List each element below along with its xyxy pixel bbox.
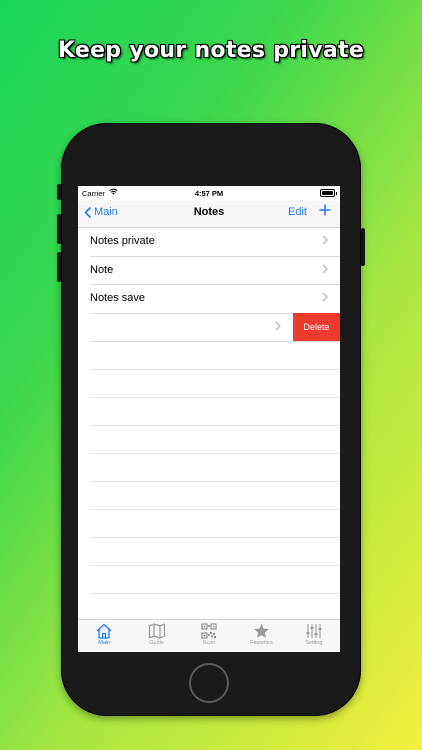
tab-label: Setting: [305, 640, 323, 646]
chevron-right-icon: [322, 292, 328, 302]
tab-label: Scan: [202, 640, 216, 646]
empty-row: [90, 538, 340, 566]
notes-list: Notes private Note Notes save Delete: [78, 228, 340, 622]
tab-main[interactable]: Main: [78, 620, 130, 652]
back-button[interactable]: Main: [84, 206, 118, 218]
note-title: Notes save: [90, 292, 146, 304]
list-item[interactable]: Notes private: [90, 228, 340, 257]
note-title: Notes private: [90, 235, 155, 247]
navigation-bar: Main Notes Edit: [78, 201, 340, 228]
empty-row: [90, 454, 340, 482]
power-button: [361, 228, 365, 266]
status-time: 4:57 PM: [194, 189, 224, 198]
headline: Keep your notes private: [57, 38, 365, 63]
tab-scan[interactable]: Scan: [183, 620, 235, 652]
silent-switch: [57, 184, 61, 200]
battery-icon: [320, 189, 337, 197]
chevron-left-icon: [84, 206, 91, 218]
volume-down-button: [57, 252, 61, 282]
star-icon: [254, 623, 269, 638]
tab-favorites[interactable]: Favorites: [235, 620, 287, 652]
empty-row: [90, 482, 340, 510]
edit-button[interactable]: Edit: [288, 206, 307, 218]
chevron-right-icon: [322, 264, 328, 273]
map-icon: [148, 623, 165, 639]
add-note-button[interactable]: [318, 203, 332, 217]
status-bar: Carrier 4:57 PM: [78, 186, 340, 200]
empty-row: [90, 370, 340, 398]
chevron-right-icon: [322, 235, 328, 245]
tab-guide[interactable]: Guide: [130, 620, 182, 652]
empty-row: [90, 594, 340, 622]
volume-up-button: [57, 214, 61, 244]
tab-label: Main: [98, 640, 111, 646]
empty-row: [90, 566, 340, 594]
empty-row: [90, 510, 340, 538]
tab-label: Guide: [149, 640, 164, 646]
chevron-right-icon: [275, 321, 281, 330]
empty-row: [90, 426, 340, 454]
list-item-swiped[interactable]: Delete: [90, 312, 340, 342]
home-button[interactable]: [189, 663, 229, 703]
qr-code-icon: [201, 623, 217, 639]
list-item[interactable]: Note: [90, 257, 340, 285]
empty-row: [90, 342, 340, 370]
delete-button[interactable]: Delete: [293, 312, 340, 341]
note-title: Note: [90, 263, 114, 276]
back-button-label: Main: [94, 206, 118, 218]
empty-row: [90, 398, 340, 426]
sliders-icon: [306, 624, 322, 638]
tab-setting[interactable]: Setting: [288, 620, 340, 652]
phone-screen: Carrier 4:57 PM Main Notes Edit Notes pr…: [78, 186, 340, 652]
tab-label: Favorites: [250, 640, 273, 646]
list-item[interactable]: Notes save: [90, 285, 340, 314]
tab-bar: Main Guide Scan Favorites Setting: [78, 619, 340, 652]
home-icon: [96, 623, 112, 639]
